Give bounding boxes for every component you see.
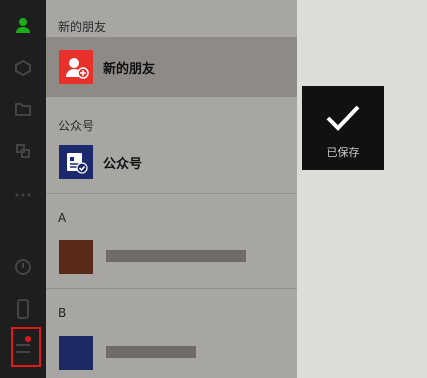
new-friends-header: 新的朋友	[58, 20, 107, 34]
cube-icon[interactable]	[0, 55, 46, 81]
link-icon[interactable]	[0, 138, 46, 164]
avatar	[59, 240, 93, 274]
letter-b-header: B	[58, 306, 67, 320]
official-accounts-label: 公众号	[103, 156, 143, 172]
user-icon[interactable]	[0, 12, 46, 38]
chat-backdrop	[297, 0, 427, 378]
more-dots-icon[interactable]	[0, 182, 46, 208]
more-menu-highlight	[11, 327, 41, 367]
blurred-contact-name	[106, 346, 196, 358]
folder-icon[interactable]	[0, 96, 46, 122]
sidebar-rail	[0, 0, 46, 378]
blurred-contact-name	[106, 250, 246, 262]
contacts-panel: 新的朋友 新的朋友 公众号 公众号 A B	[46, 0, 297, 378]
checkmark-icon	[325, 104, 361, 136]
official-accounts-item[interactable]: 公众号	[46, 142, 297, 182]
add-friend-icon	[59, 50, 93, 84]
section-divider	[46, 193, 297, 194]
phone-icon[interactable]	[0, 296, 46, 322]
official-account-icon	[59, 145, 93, 179]
section-divider	[46, 288, 297, 289]
new-friends-label: 新的朋友	[103, 61, 156, 77]
avatar	[59, 336, 93, 370]
location-icon[interactable]	[0, 254, 46, 280]
saved-toast-message: 已保存	[326, 146, 360, 159]
saved-toast: 已保存	[302, 86, 384, 170]
letter-a-header: A	[58, 211, 67, 225]
official-accounts-header: 公众号	[58, 119, 95, 133]
new-friends-item[interactable]: 新的朋友	[46, 37, 297, 97]
